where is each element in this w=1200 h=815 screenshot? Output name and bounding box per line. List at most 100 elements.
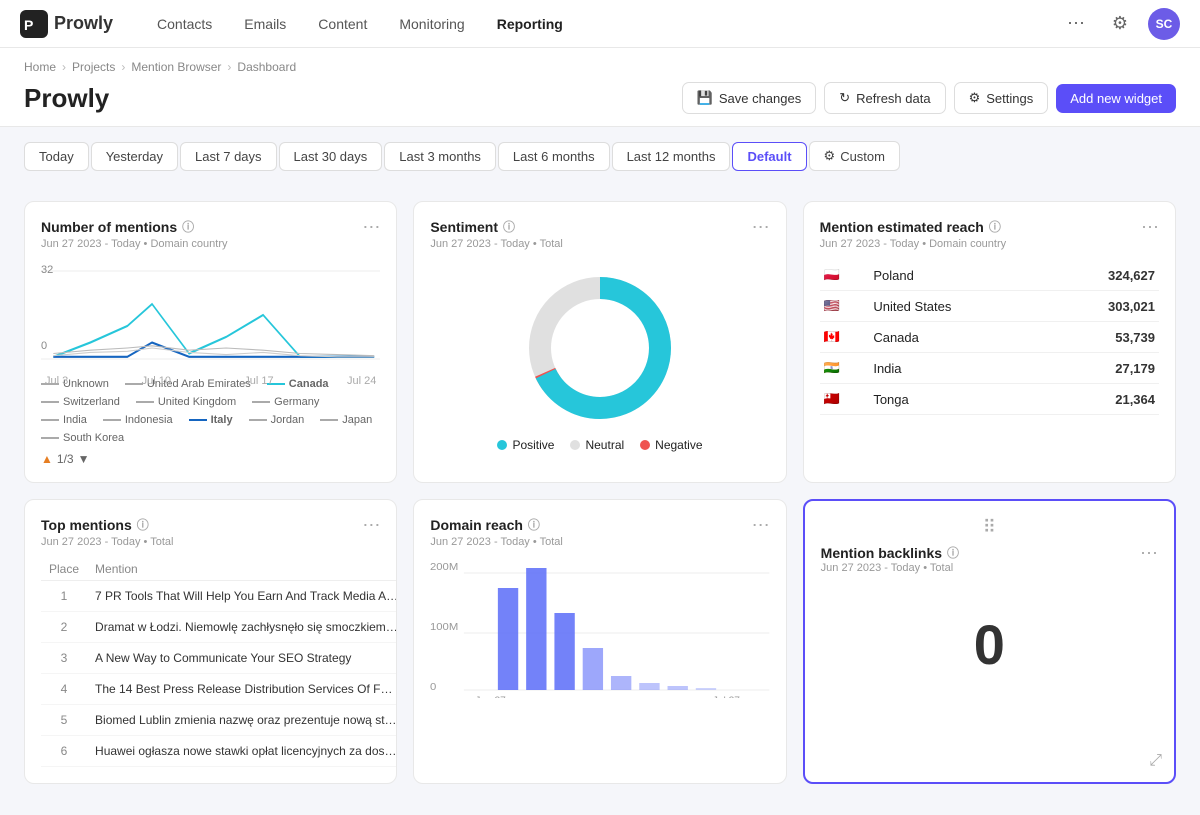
top-mentions-header: Top mentions ⓘ ⋯: [41, 516, 380, 534]
settings-nav-button[interactable]: ⚙: [1104, 8, 1136, 40]
mention-place-2: 3: [41, 643, 87, 674]
sentiment-header: Sentiment ⓘ ⋯: [430, 218, 769, 236]
header-actions: 💾 Save changes ↻ Refresh data ⚙ Settings…: [682, 82, 1176, 114]
col-mention: Mention: [87, 558, 397, 581]
settings-button[interactable]: ⚙ Settings: [954, 82, 1049, 114]
breadcrumb-sep-2: ›: [121, 60, 125, 74]
filter-3months[interactable]: Last 3 months: [384, 142, 496, 171]
breadcrumb-projects[interactable]: Projects: [72, 60, 115, 74]
breadcrumb-mention-browser[interactable]: Mention Browser: [131, 60, 221, 74]
filter-default[interactable]: Default: [732, 142, 806, 171]
svg-text:200M: 200M: [430, 562, 458, 573]
legend-line-id: [103, 419, 121, 421]
legend-switzerland: Switzerland: [41, 396, 120, 408]
legend-south-korea: South Korea: [41, 432, 124, 444]
backlinks-title-row: Mention backlinks ⓘ ⋯: [821, 544, 1158, 562]
filter-custom[interactable]: ⚙ Custom: [809, 141, 900, 171]
mention-row-1: 2 Dramat w Łodzi. Niemowlę zachłysnęło s…: [41, 612, 397, 643]
reach-info-icon[interactable]: ⓘ: [989, 218, 1001, 235]
mention-place-1: 2: [41, 612, 87, 643]
filter-12months[interactable]: Last 12 months: [612, 142, 731, 171]
reach-row-0: 🇵🇱 Poland 324,627: [820, 260, 1159, 291]
backlinks-title: Mention backlinks ⓘ: [821, 544, 959, 561]
more-options-button[interactable]: ⋯: [1060, 8, 1092, 40]
reach-country-3: India: [869, 353, 1046, 384]
filter-yesterday[interactable]: Yesterday: [91, 142, 178, 171]
mention-row-4: 5 Biomed Lublin zmienia nazwę oraz preze…: [41, 705, 397, 736]
pagination-up-icon[interactable]: ▲: [41, 452, 53, 466]
legend-jordan: Jordan: [249, 414, 305, 426]
page-header: Home › Projects › Mention Browser › Dash…: [0, 48, 1200, 127]
backlinks-menu-button[interactable]: ⋯: [1140, 544, 1158, 562]
top-mentions-menu-button[interactable]: ⋯: [362, 516, 380, 534]
nav-monitoring[interactable]: Monitoring: [387, 10, 476, 38]
nav-emails[interactable]: Emails: [232, 10, 298, 38]
reach-flag-0: 🇵🇱: [820, 260, 870, 291]
legend-india: India: [41, 414, 87, 426]
breadcrumb-sep-1: ›: [62, 60, 66, 74]
mentions-table: Place Mention Value 1 7 PR Tools That Wi…: [41, 558, 397, 767]
reach-title: Mention estimated reach ⓘ: [820, 218, 1001, 235]
legend-line-uk: [136, 401, 154, 403]
legend-line-it: [189, 419, 207, 421]
nav-content[interactable]: Content: [306, 10, 379, 38]
x-label-3: Jul 17: [244, 375, 273, 387]
reach-country-4: Tonga: [869, 384, 1046, 415]
mention-row-2: 3 A New Way to Communicate Your SEO Stra…: [41, 643, 397, 674]
reach-row-4: 🇹🇴 Tonga 21,364: [820, 384, 1159, 415]
reach-menu-button[interactable]: ⋯: [1141, 218, 1159, 236]
negative-dot: [640, 440, 650, 450]
mentions-y-min: 0: [41, 340, 47, 352]
mentions-info-icon[interactable]: ⓘ: [182, 218, 194, 235]
sentiment-widget: Sentiment ⓘ ⋯ Jun 27 2023 - Today • Tota…: [413, 201, 786, 483]
refresh-data-button[interactable]: ↻ Refresh data: [824, 82, 945, 114]
breadcrumb-current: Dashboard: [237, 60, 296, 74]
reach-value-2: 53,739: [1046, 322, 1159, 353]
mention-text-4: Biomed Lublin zmienia nazwę oraz prezent…: [87, 705, 397, 736]
backlinks-info-icon[interactable]: ⓘ: [947, 544, 959, 561]
backlinks-widget: ⠿ Mention backlinks ⓘ ⋯ Jun 27 2023 - To…: [803, 499, 1176, 784]
domain-reach-info-icon[interactable]: ⓘ: [528, 516, 540, 533]
mention-row-0: 1 7 PR Tools That Will Help You Earn And…: [41, 581, 397, 612]
nav-contacts[interactable]: Contacts: [145, 10, 224, 38]
breadcrumb-home[interactable]: Home: [24, 60, 56, 74]
mention-place-0: 1: [41, 581, 87, 612]
app-logo: P Prowly: [20, 10, 113, 38]
reach-row-3: 🇮🇳 India 27,179: [820, 353, 1159, 384]
reach-value-3: 27,179: [1046, 353, 1159, 384]
add-widget-button[interactable]: Add new widget: [1056, 84, 1176, 113]
filter-6months[interactable]: Last 6 months: [498, 142, 610, 171]
filter-today[interactable]: Today: [24, 142, 89, 171]
dashboard: Number of mentions ⓘ ⋯ Jun 27 2023 - Tod…: [0, 185, 1200, 800]
filter-30days[interactable]: Last 30 days: [279, 142, 383, 171]
legend-germany: Germany: [252, 396, 319, 408]
mention-text-0: 7 PR Tools That Will Help You Earn And T…: [87, 581, 397, 612]
reach-value-1: 303,021: [1046, 291, 1159, 322]
backlinks-subtitle: Jun 27 2023 - Today • Total: [821, 562, 1158, 574]
header-row: Prowly 💾 Save changes ↻ Refresh data ⚙ S…: [24, 82, 1176, 114]
pagination-down-icon[interactable]: ▼: [78, 452, 90, 466]
filter-7days[interactable]: Last 7 days: [180, 142, 277, 171]
domain-reach-chart: 200M 100M 0 Jun 27 Jul 27: [430, 558, 769, 688]
top-mentions-info-icon[interactable]: ⓘ: [137, 516, 149, 533]
top-mentions-widget: Top mentions ⓘ ⋯ Jun 27 2023 - Today • T…: [24, 499, 397, 784]
mentions-menu-button[interactable]: ⋯: [362, 218, 380, 236]
domain-reach-menu-button[interactable]: ⋯: [752, 516, 770, 534]
mentions-x-labels: Jul 3 Jul 10 Jul 17 Jul 24: [41, 375, 380, 387]
save-icon: 💾: [697, 90, 713, 106]
mentions-chart-svg: [41, 260, 380, 370]
sentiment-info-icon[interactable]: ⓘ: [503, 218, 515, 235]
legend-indonesia: Indonesia: [103, 414, 173, 426]
top-mentions-subtitle: Jun 27 2023 - Today • Total: [41, 536, 380, 548]
sentiment-menu-button[interactable]: ⋯: [752, 218, 770, 236]
mention-row-5: 6 Huawei ogłasza nowe stawki opłat licen…: [41, 736, 397, 767]
reach-row-1: 🇺🇸 United States 303,021: [820, 291, 1159, 322]
avatar[interactable]: SC: [1148, 8, 1180, 40]
expand-button[interactable]: ⤢: [1149, 752, 1162, 770]
drag-handle-icon: ⠿: [983, 517, 996, 538]
nav-reporting[interactable]: Reporting: [485, 10, 575, 38]
mentions-y-max: 32: [41, 264, 53, 276]
save-changes-button[interactable]: 💾 Save changes: [682, 82, 817, 114]
domain-reach-header: Domain reach ⓘ ⋯: [430, 516, 769, 534]
legend-positive: Positive: [497, 438, 554, 452]
